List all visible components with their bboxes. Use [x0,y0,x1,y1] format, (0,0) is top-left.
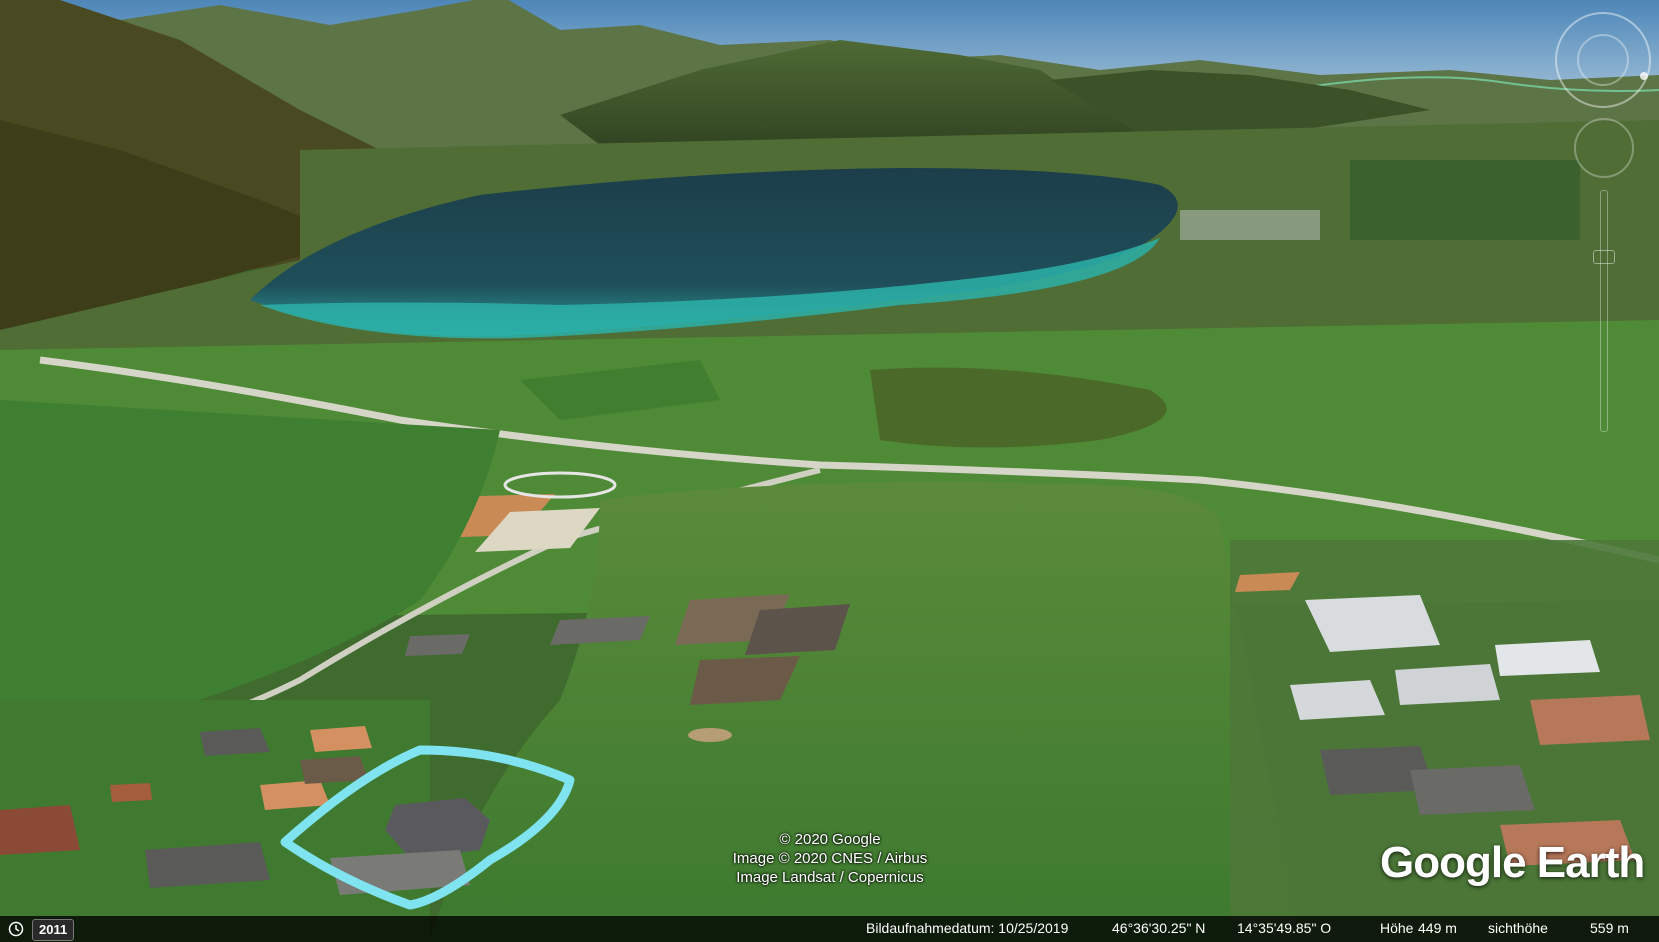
longitude-readout: 14°35'49.85" O [1237,920,1332,936]
zoom-slider[interactable] [1600,190,1608,432]
elevation-label: Höhe [1380,920,1414,936]
compass-icon[interactable] [1555,12,1651,108]
attribution-line-1: © 2020 Google [779,831,881,848]
status-bar: 2011 Bildaufnahmedatum: 10/25/2019 46°36… [0,916,1659,942]
aerial-scene [0,0,1659,942]
imagery-date: Bildaufnahmedatum: 10/25/2019 [866,920,1069,936]
eye-altitude-value: 559 m [1590,920,1629,936]
look-joystick-icon[interactable] [1577,34,1629,86]
village-strip [1180,210,1320,240]
google-earth-logo: Google Earth [1380,838,1645,887]
move-joystick-icon[interactable] [1574,118,1634,178]
latitude-readout: 46°36'30.25" N [1112,920,1206,936]
elevation-value: 449 m [1418,920,1457,936]
clock-icon[interactable] [8,921,24,937]
historical-imagery-year[interactable]: 2011 [32,919,75,941]
attribution-line-3: Image Landsat / Copernicus [736,869,924,886]
attribution-line-2: Image © 2020 CNES / Airbus [732,850,928,867]
zoom-slider-knob[interactable] [1593,250,1615,264]
map-viewport[interactable]: © 2020 Google Image © 2020 CNES / Airbus… [0,0,1659,942]
north-marker-icon [1640,72,1648,80]
eye-altitude-label: sichthöhe [1488,920,1548,936]
attribution: © 2020 Google Image © 2020 CNES / Airbus… [680,830,980,887]
